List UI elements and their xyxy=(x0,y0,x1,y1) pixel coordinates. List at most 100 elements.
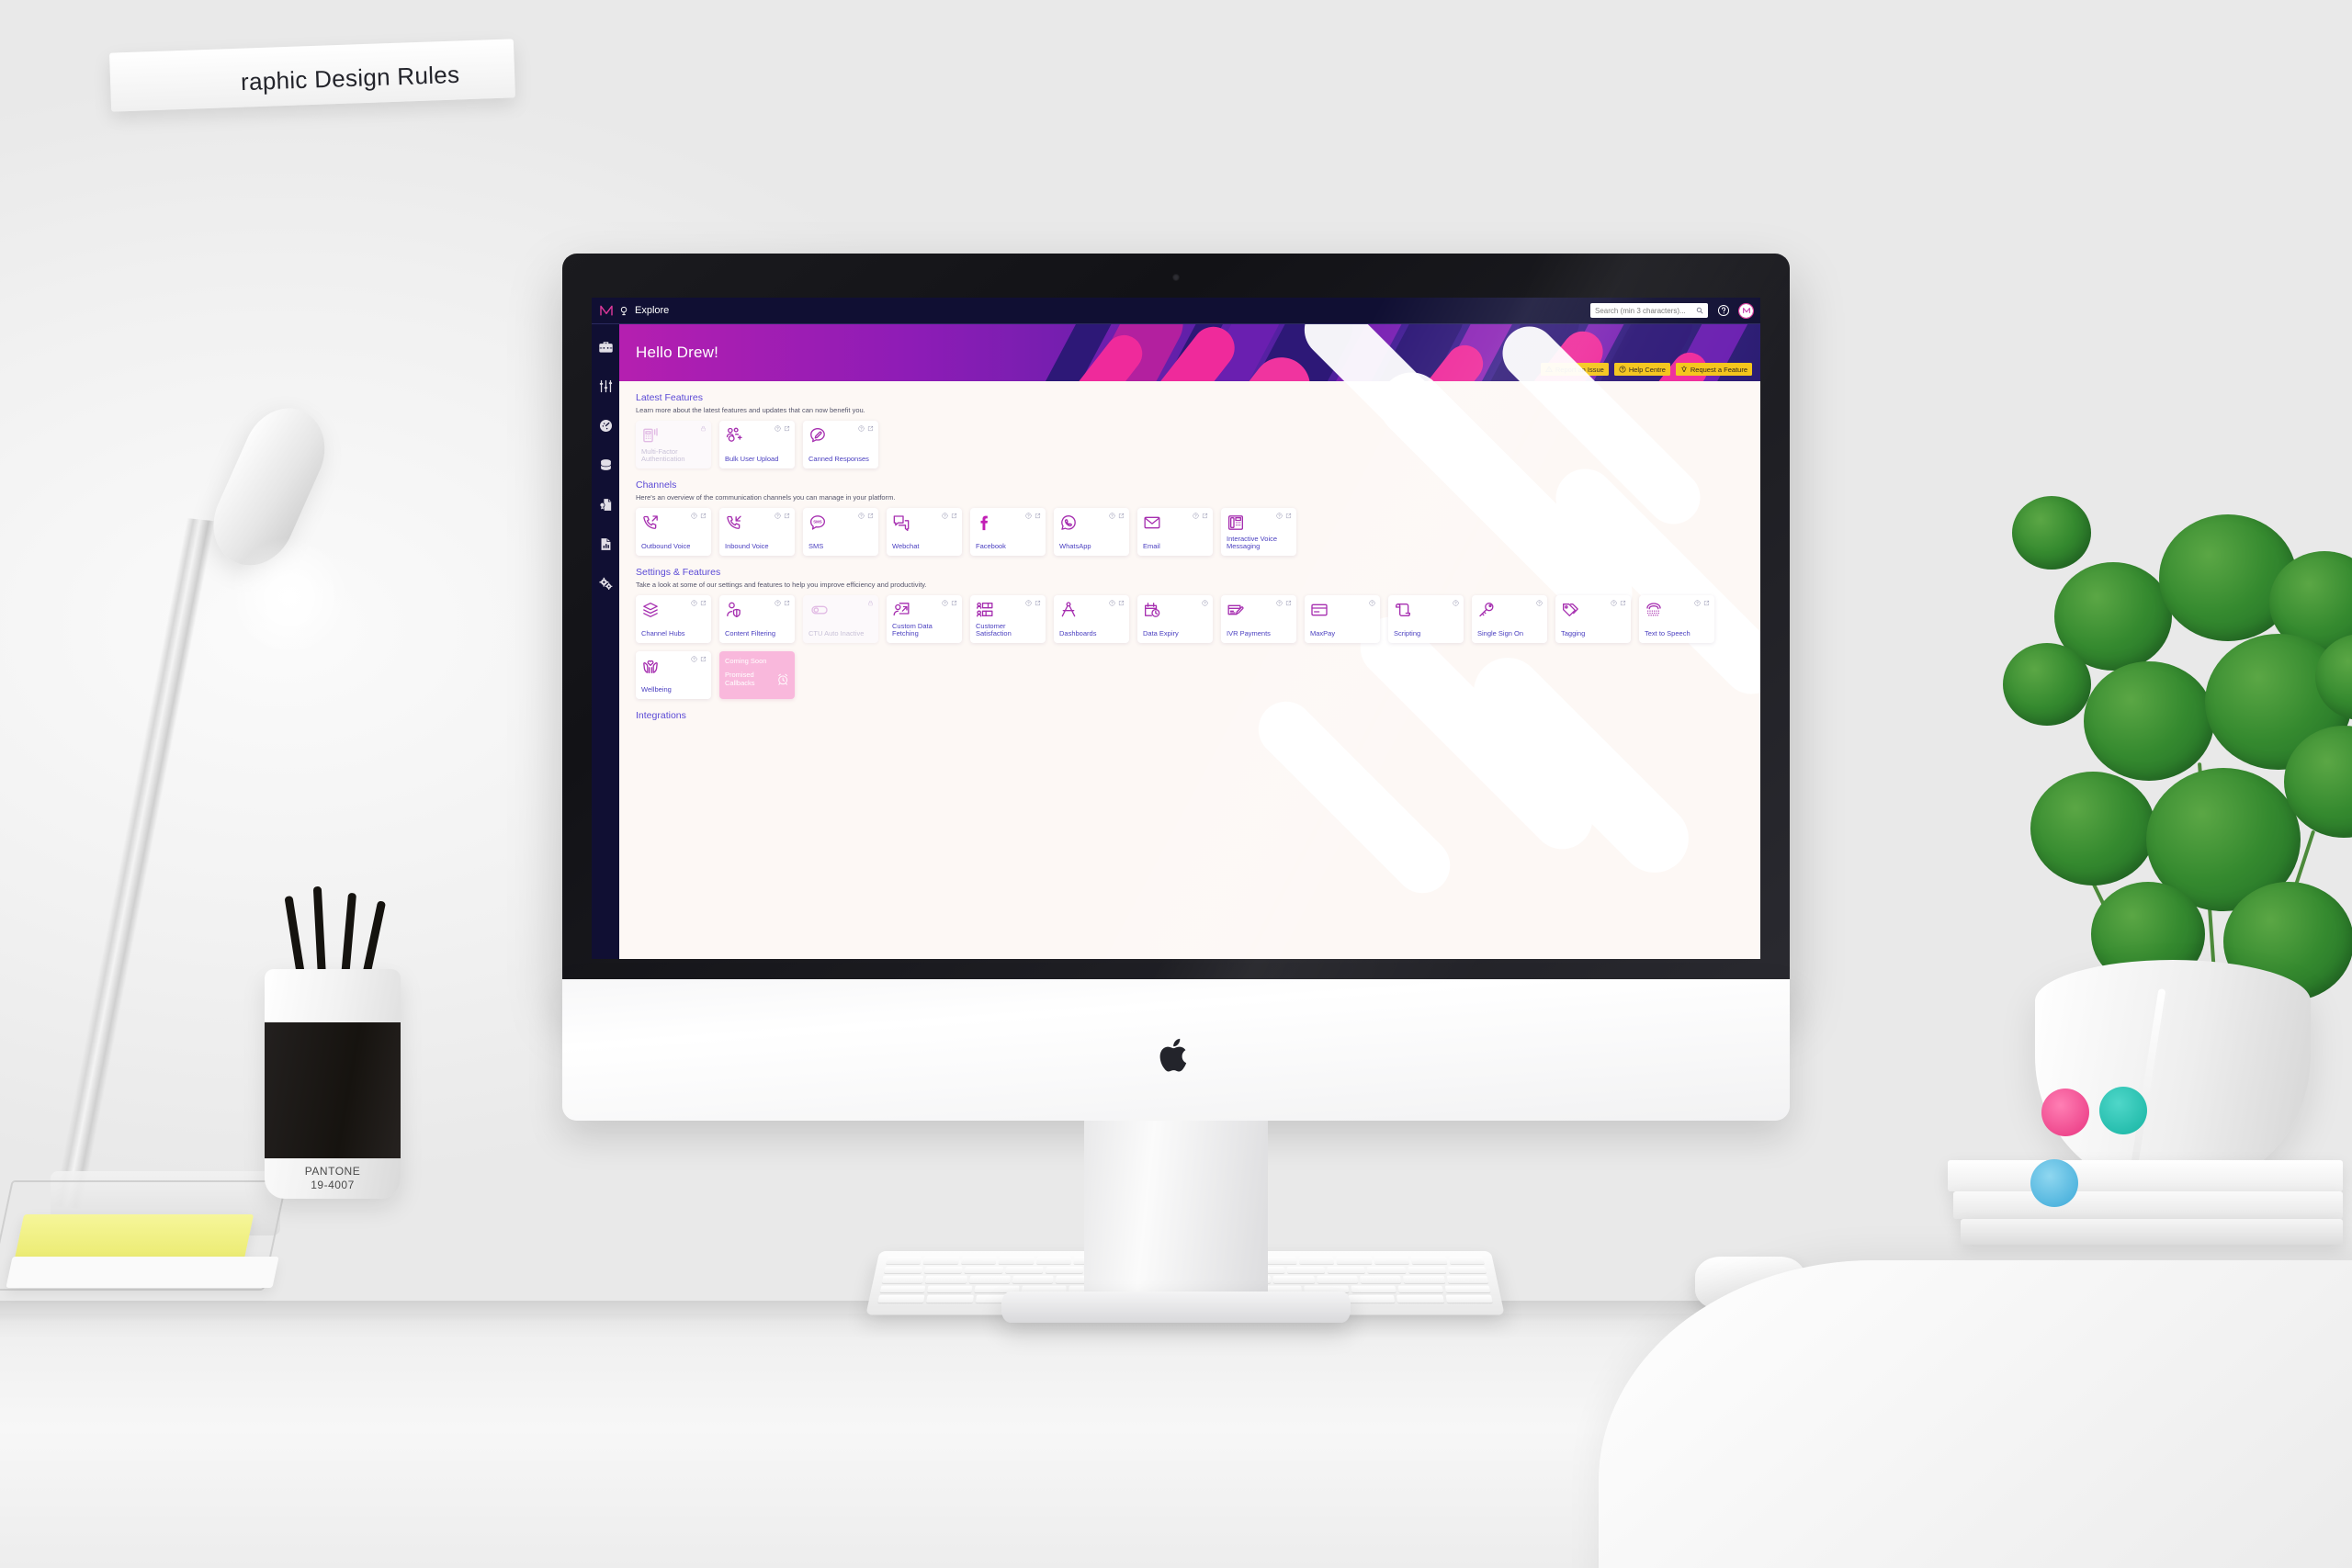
help-icon[interactable] xyxy=(1276,600,1283,606)
card-data-expiry[interactable]: Data Expiry xyxy=(1137,595,1213,643)
external-link-icon[interactable] xyxy=(784,425,790,432)
external-link-icon[interactable] xyxy=(1035,600,1041,606)
search-input[interactable] xyxy=(1595,306,1692,315)
imac-stand-neck xyxy=(1084,1121,1268,1301)
card-canned-responses[interactable]: Canned Responses xyxy=(803,421,878,468)
help-icon[interactable] xyxy=(775,513,781,519)
external-link-icon[interactable] xyxy=(867,513,874,519)
card-outbound-voice[interactable]: Outbound Voice xyxy=(636,508,711,556)
help-icon[interactable] xyxy=(691,513,697,519)
maxcontact-logo-icon[interactable] xyxy=(599,303,614,318)
external-link-icon[interactable] xyxy=(784,600,790,606)
help-icon[interactable] xyxy=(1276,513,1283,519)
white-notepad xyxy=(6,1257,279,1288)
card-bulk-user-upload[interactable]: Bulk User Upload xyxy=(719,421,795,468)
card-promised-callbacks[interactable]: Coming Soon Promised Callbacks xyxy=(719,651,795,699)
card-channel-hubs[interactable]: Channel Hubs xyxy=(636,595,711,643)
card-corner-icons xyxy=(858,425,874,432)
card-multi-factor-authentication[interactable]: Multi-Factor Authentication xyxy=(636,421,711,468)
external-link-icon[interactable] xyxy=(1285,600,1292,606)
database-icon[interactable] xyxy=(598,457,614,473)
external-link-icon[interactable] xyxy=(1620,600,1626,606)
external-link-icon[interactable] xyxy=(700,600,707,606)
book-dot-teal xyxy=(2099,1087,2147,1134)
card-facebook[interactable]: Facebook xyxy=(970,508,1046,556)
card-single-sign-on[interactable]: Single Sign On xyxy=(1472,595,1547,643)
external-link-icon[interactable] xyxy=(700,656,707,662)
help-icon[interactable] xyxy=(1611,600,1617,606)
help-icon[interactable] xyxy=(691,600,697,606)
card-wellbeing[interactable]: Wellbeing xyxy=(636,651,711,699)
sliders-icon[interactable] xyxy=(598,378,614,394)
help-icon[interactable] xyxy=(858,425,865,432)
card-custom-data-fetching[interactable]: Custom Data Fetching xyxy=(887,595,962,643)
help-icon[interactable] xyxy=(942,600,948,606)
card-inbound-voice[interactable]: Inbound Voice xyxy=(719,508,795,556)
help-icon[interactable] xyxy=(1202,600,1208,606)
card-dashboards[interactable]: Dashboards xyxy=(1054,595,1129,643)
external-link-icon[interactable] xyxy=(1703,600,1710,606)
card-text-to-speech[interactable]: Text to Speech xyxy=(1639,595,1714,643)
external-link-icon[interactable] xyxy=(951,513,957,519)
card-label: Scripting xyxy=(1394,629,1421,638)
external-link-icon[interactable] xyxy=(1285,513,1292,519)
help-centre-button[interactable]: Help Centre xyxy=(1613,363,1670,376)
request-a-feature-button[interactable]: Request a Feature xyxy=(1675,363,1752,376)
card-label: Inbound Voice xyxy=(725,542,769,551)
help-icon[interactable] xyxy=(942,513,948,519)
help-icon[interactable] xyxy=(858,513,865,519)
card-corner-icons xyxy=(1109,513,1125,519)
report-an-issue-label: Report an Issue xyxy=(1555,365,1604,374)
external-link-icon[interactable] xyxy=(1118,600,1125,606)
search-icon[interactable] xyxy=(1696,307,1703,314)
card-content-filtering[interactable]: Content Filtering xyxy=(719,595,795,643)
gears-icon[interactable] xyxy=(598,576,614,592)
card-webchat[interactable]: Webchat xyxy=(887,508,962,556)
external-link-icon[interactable] xyxy=(1035,513,1041,519)
card-maxpay[interactable]: MaxPay xyxy=(1305,595,1380,643)
content-scroll-area[interactable]: Latest Features Learn more about the lat… xyxy=(619,381,1760,959)
lightbulb-idea-icon xyxy=(1680,366,1688,372)
report-an-issue-button[interactable]: Report an Issue xyxy=(1540,363,1609,376)
card-corner-icons xyxy=(691,600,707,606)
card-corner-icons xyxy=(1193,513,1208,519)
card-scripting[interactable]: Scripting xyxy=(1388,595,1464,643)
external-link-icon[interactable] xyxy=(784,513,790,519)
help-icon[interactable] xyxy=(1453,600,1459,606)
help-icon[interactable] xyxy=(1369,600,1375,606)
help-circle-icon[interactable] xyxy=(1717,304,1730,317)
help-icon[interactable] xyxy=(1025,513,1032,519)
help-icon[interactable] xyxy=(1536,600,1543,606)
external-link-icon[interactable] xyxy=(1118,513,1125,519)
gauge-icon[interactable] xyxy=(598,418,614,434)
card-tagging[interactable]: Tagging xyxy=(1555,595,1631,643)
help-icon[interactable] xyxy=(775,600,781,606)
card-ivr-payments[interactable]: IVR Payments xyxy=(1221,595,1296,643)
card-sms[interactable]: SMS SMS xyxy=(803,508,878,556)
help-icon[interactable] xyxy=(691,656,697,662)
help-icon[interactable] xyxy=(1193,513,1199,519)
card-label: Data Expiry xyxy=(1143,629,1179,638)
card-email[interactable]: Email xyxy=(1137,508,1213,556)
card-interactive-voice-messaging[interactable]: Interactive Voice Messaging xyxy=(1221,508,1296,556)
card-whatsapp[interactable]: WhatsApp xyxy=(1054,508,1129,556)
certificate-document-icon[interactable] xyxy=(598,497,614,513)
help-icon[interactable] xyxy=(1109,600,1115,606)
card-label: CTU Auto Inactive xyxy=(808,629,865,638)
help-icon[interactable] xyxy=(775,425,781,432)
report-chart-icon[interactable] xyxy=(598,536,614,552)
search-box[interactable] xyxy=(1590,303,1708,318)
external-link-icon[interactable] xyxy=(700,513,707,519)
external-link-icon[interactable] xyxy=(1202,513,1208,519)
external-link-icon[interactable] xyxy=(867,425,874,432)
external-link-icon[interactable] xyxy=(951,600,957,606)
card-ctu-auto-inactive[interactable]: CTU Auto Inactive xyxy=(803,595,878,643)
card-corner-icons xyxy=(691,513,707,519)
toolbox-icon[interactable] xyxy=(598,339,614,355)
help-icon[interactable] xyxy=(1694,600,1701,606)
avatar[interactable] xyxy=(1738,302,1754,319)
section-subtitle: Learn more about the latest features and… xyxy=(636,406,865,414)
help-icon[interactable] xyxy=(1025,600,1032,606)
card-customer-satisfaction[interactable]: Customer Satisfaction xyxy=(970,595,1046,643)
help-icon[interactable] xyxy=(1109,513,1115,519)
